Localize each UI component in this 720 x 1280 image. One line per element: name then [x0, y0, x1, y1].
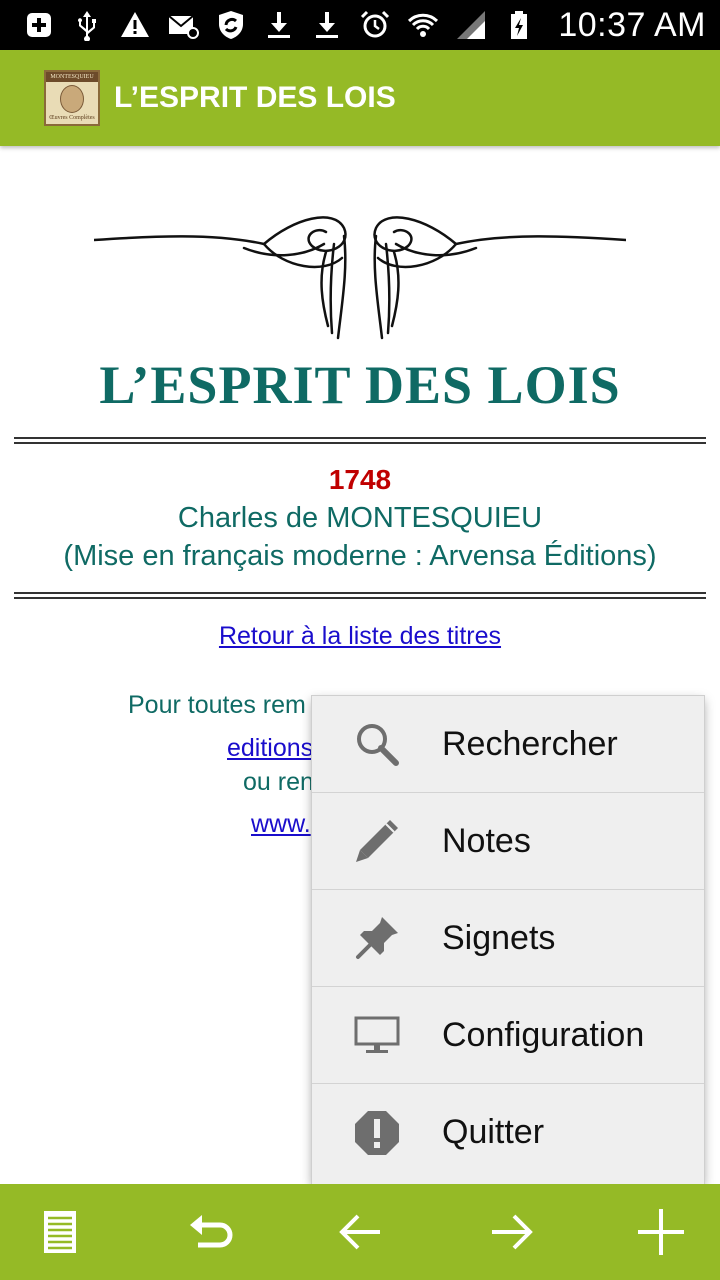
search-icon	[352, 719, 402, 769]
exit-icon	[352, 1108, 402, 1158]
warning-icon	[118, 8, 152, 42]
divider	[14, 592, 706, 599]
menu-item-notes[interactable]: Notes	[312, 793, 704, 890]
book-title: L’ESPRIT DES LOIS	[99, 355, 621, 415]
download-icon	[262, 8, 296, 42]
portrait-image	[60, 85, 84, 113]
status-icons	[22, 8, 558, 42]
author-name: Charles de MONTESQUIEU	[177, 502, 543, 534]
logo-label-top: MONTESQUIEU	[46, 72, 98, 82]
contact-note-2: ou ren	[243, 768, 314, 796]
app-logo[interactable]: MONTESQUIEU Œuvres Complètes	[44, 70, 100, 126]
usb-icon	[70, 8, 104, 42]
pin-icon	[352, 913, 402, 963]
back-arrow-icon	[339, 1214, 380, 1250]
bottom-toolbar	[0, 1184, 720, 1280]
website-link[interactable]: www.	[251, 810, 311, 839]
status-bar: 10:37 AM	[0, 0, 720, 50]
forward-arrow-icon	[492, 1214, 533, 1250]
wifi-icon	[406, 8, 440, 42]
add-button[interactable]	[636, 1207, 686, 1257]
menu-item-label: Configuration	[442, 1015, 645, 1054]
menu-item-label: Notes	[442, 821, 531, 860]
divider	[14, 437, 706, 444]
menu-item-signets[interactable]: Signets	[312, 890, 704, 987]
back-to-titles-link[interactable]: Retour à la liste des titres	[0, 622, 720, 651]
overflow-menu: Rechercher Notes Signets Configuration Q…	[312, 696, 704, 1184]
signal-icon	[454, 8, 488, 42]
undo-icon	[190, 1215, 233, 1248]
pencil-icon	[352, 816, 402, 866]
menu-item-configuration[interactable]: Configuration	[312, 987, 704, 1084]
battery-icon	[502, 8, 536, 42]
menu-item-label: Signets	[442, 918, 556, 957]
menu-item-label: Rechercher	[442, 724, 618, 763]
plus-icon	[638, 1209, 684, 1255]
menu-item-label: Quitter	[442, 1113, 545, 1151]
shield-sync-icon	[214, 8, 248, 42]
toc-icon	[44, 1211, 76, 1253]
email-link[interactable]: editions	[227, 734, 313, 763]
menu-item-quitter[interactable]: Quitter	[312, 1084, 704, 1181]
menu-item-rechercher[interactable]: Rechercher	[312, 696, 704, 793]
undo-button[interactable]	[186, 1207, 236, 1257]
alarm-icon	[358, 8, 392, 42]
add-box-icon	[22, 8, 56, 42]
ornament-flourish	[94, 216, 626, 340]
toc-button[interactable]	[36, 1207, 86, 1257]
logo-label-bottom: Œuvres Complètes	[49, 115, 95, 121]
publication-year: 1748	[328, 464, 392, 495]
action-bar: MONTESQUIEU Œuvres Complètes L’ESPRIT DE…	[0, 50, 720, 146]
app-title: L’ESPRIT DES LOIS	[114, 81, 396, 114]
contact-note: Pour toutes rem	[128, 691, 306, 719]
download-icon	[310, 8, 344, 42]
forward-button[interactable]	[486, 1207, 536, 1257]
back-button[interactable]	[336, 1207, 386, 1257]
edition-note: (Mise en français moderne : Arvensa Édit…	[63, 540, 657, 572]
mail-icon	[166, 8, 200, 42]
monitor-icon	[352, 1010, 402, 1060]
clock: 10:37 AM	[558, 5, 706, 44]
